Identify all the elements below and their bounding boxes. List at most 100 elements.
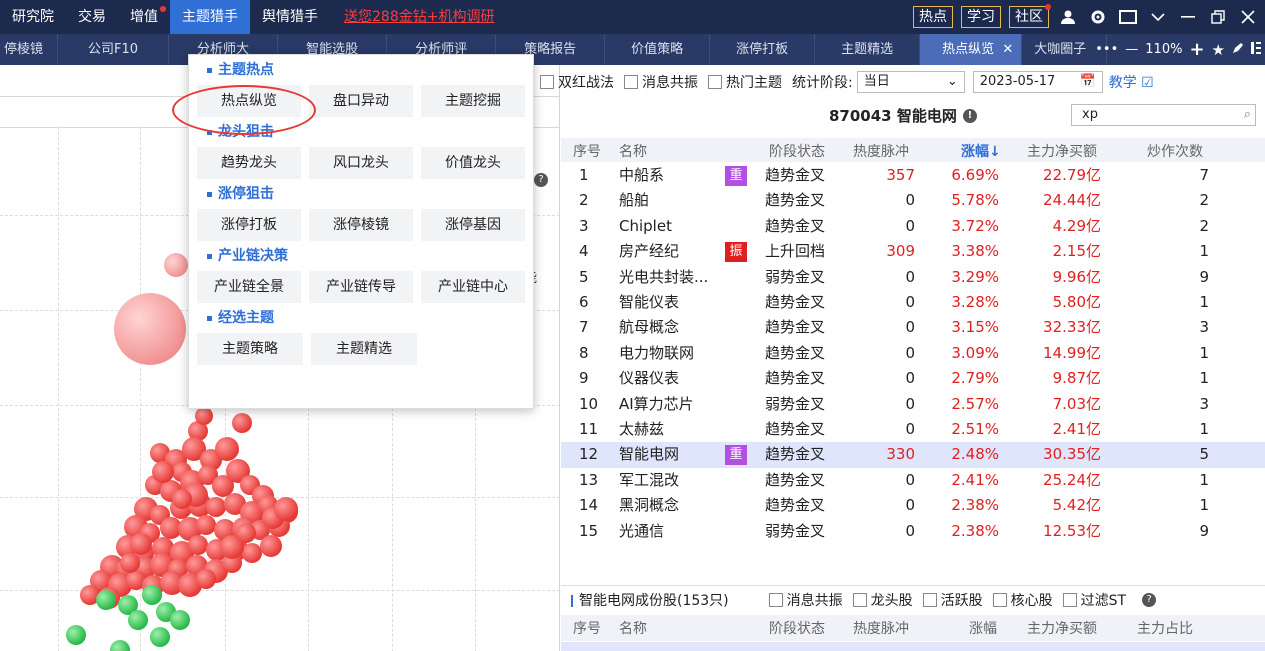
checkbox-hot-theme[interactable]: 热门主题 bbox=[708, 72, 782, 92]
bubble[interactable] bbox=[196, 569, 216, 589]
bubble[interactable] bbox=[130, 533, 152, 555]
bubble[interactable] bbox=[164, 253, 188, 277]
bubble[interactable] bbox=[110, 640, 130, 651]
tab-theme-select[interactable]: 主题精选 bbox=[815, 34, 921, 65]
bubble[interactable] bbox=[195, 407, 213, 425]
bubble[interactable] bbox=[242, 543, 262, 563]
bubble[interactable] bbox=[120, 553, 140, 573]
pen-icon[interactable] bbox=[1232, 42, 1244, 58]
menu-item-chain-overview[interactable]: 产业链全景 bbox=[197, 271, 301, 303]
menu-item-value-leader[interactable]: 价值龙头 bbox=[421, 147, 525, 179]
nav-item-value-added[interactable]: 增值 bbox=[118, 0, 170, 34]
checkbox-news-resonance-2[interactable]: 消息共振 bbox=[768, 590, 843, 610]
menu-item-trend-leader[interactable]: 趋势龙头 bbox=[197, 147, 301, 179]
menu-item-theme-strategy[interactable]: 主题策略 bbox=[197, 333, 303, 365]
checkbox-filter-st[interactable]: 过滤ST bbox=[1062, 590, 1126, 610]
table-row[interactable]: 5 光电共封装... 弱势金叉 0 3.29% 9.96亿 9 bbox=[561, 265, 1265, 290]
star-icon[interactable]: ★ bbox=[1212, 41, 1225, 59]
panel-icon[interactable] bbox=[1251, 41, 1261, 58]
bubble[interactable] bbox=[232, 413, 252, 433]
nav-item-opinion-hunter[interactable]: 舆情猎手 bbox=[250, 0, 330, 34]
teach-link[interactable]: 教学 ☑ bbox=[1109, 72, 1154, 92]
bubble[interactable] bbox=[188, 535, 208, 555]
checkbox-news-resonance[interactable]: 消息共振 bbox=[624, 72, 698, 92]
menu-item-market-anomaly[interactable]: 盘口异动 bbox=[309, 85, 413, 117]
col-net-buy[interactable]: 主力净买额 bbox=[1027, 618, 1097, 638]
bubble[interactable] bbox=[274, 497, 298, 521]
chevron-down-icon[interactable] bbox=[1147, 6, 1169, 28]
tab-limit-up-board[interactable]: 涨停打板 bbox=[710, 34, 816, 65]
menu-item-chain-center[interactable]: 产业链中心 bbox=[421, 271, 525, 303]
menu-item-theme-select[interactable]: 主题精选 bbox=[311, 333, 417, 365]
search-input[interactable]: xp ⌕ bbox=[1071, 104, 1256, 126]
menu-item-theme-mining[interactable]: 主题挖掘 bbox=[421, 85, 525, 117]
col-change[interactable]: 涨幅 bbox=[969, 618, 997, 638]
window-icon[interactable] bbox=[1117, 6, 1139, 28]
zoom-out-icon[interactable]: — bbox=[1125, 42, 1138, 57]
col-no[interactable]: 序号 bbox=[573, 618, 601, 638]
bubble[interactable] bbox=[114, 293, 186, 365]
nav-item-research[interactable]: 研究院 bbox=[0, 0, 66, 34]
tab-value-strategy[interactable]: 价值策略 bbox=[605, 34, 711, 65]
table-row[interactable]: 11 太赫兹 趋势金叉 0 2.51% 2.41亿 1 bbox=[561, 417, 1265, 442]
checkbox-core[interactable]: 核心股 bbox=[992, 590, 1053, 610]
table-row[interactable]: 4 房产经纪 上升回档 309 3.38% 2.15亿 1 振 bbox=[561, 239, 1265, 264]
table-row[interactable]: 14 黑洞概念 趋势金叉 0 2.38% 5.42亿 1 bbox=[561, 493, 1265, 518]
bubble[interactable] bbox=[215, 437, 239, 461]
search-icon[interactable]: ⌕ bbox=[1244, 105, 1251, 125]
col-name[interactable]: 名称 bbox=[619, 618, 647, 638]
more-icon[interactable]: ••• bbox=[1095, 42, 1118, 57]
col-change[interactable]: 涨幅↓ bbox=[961, 141, 1001, 161]
table-row[interactable]: 1 中船系 趋势金叉 357 6.69% 22.79亿 7 重 bbox=[561, 163, 1265, 188]
zoom-in-icon[interactable]: + bbox=[1189, 39, 1204, 60]
bubble[interactable] bbox=[128, 610, 148, 630]
bubble[interactable] bbox=[96, 590, 116, 610]
bubble[interactable] bbox=[206, 497, 226, 517]
table-row[interactable]: 15 光通信 弱势金叉 0 2.38% 12.53亿 9 bbox=[561, 519, 1265, 544]
tab-close-icon[interactable]: ✕ bbox=[1002, 42, 1013, 57]
menu-item-limit-up-gene[interactable]: 涨停基因 bbox=[421, 209, 525, 241]
menu-item-chain-transmission[interactable]: 产业链传导 bbox=[309, 271, 413, 303]
minimize-icon[interactable] bbox=[1177, 6, 1199, 28]
table-row[interactable]: 12 智能电网 趋势金叉 330 2.48% 30.35亿 5 重 bbox=[561, 442, 1265, 468]
user-icon[interactable] bbox=[1057, 6, 1079, 28]
checkbox-active[interactable]: 活跃股 bbox=[922, 590, 983, 610]
period-select[interactable]: 当日 ⌄ bbox=[856, 71, 965, 93]
bubble[interactable] bbox=[142, 585, 162, 605]
bubble[interactable] bbox=[172, 489, 192, 509]
bubble[interactable] bbox=[170, 610, 190, 630]
tab-company-f10[interactable]: 公司F10 bbox=[58, 34, 170, 65]
bubble[interactable] bbox=[236, 523, 256, 543]
table-row[interactable]: 6 智能仪表 趋势金叉 0 3.28% 5.80亿 1 bbox=[561, 290, 1265, 315]
bubble[interactable] bbox=[66, 625, 86, 645]
table-row[interactable]: 8 电力物联网 趋势金叉 0 3.09% 14.99亿 1 bbox=[561, 341, 1265, 366]
col-ratio[interactable]: 主力占比 bbox=[1137, 618, 1193, 638]
checkbox-double-red[interactable]: 双红战法 bbox=[540, 72, 614, 92]
table-row[interactable]: 10 AI算力芯片 弱势金叉 0 2.57% 7.03亿 3 bbox=[561, 392, 1265, 417]
menu-item-wind-leader[interactable]: 风口龙头 bbox=[309, 147, 413, 179]
col-heat[interactable]: 热度脉冲 bbox=[853, 618, 909, 638]
nav-item-theme-hunter[interactable]: 主题猎手 bbox=[170, 0, 250, 34]
bubble[interactable] bbox=[150, 627, 170, 647]
close-icon[interactable] bbox=[1237, 6, 1259, 28]
gear-icon[interactable] bbox=[1087, 6, 1109, 28]
hot-button[interactable]: 热点 bbox=[913, 6, 953, 28]
tab-hot-overview[interactable]: 热点纵览 ✕ bbox=[920, 34, 1023, 65]
restore-icon[interactable] bbox=[1207, 6, 1229, 28]
nav-item-trade[interactable]: 交易 bbox=[66, 0, 118, 34]
date-picker[interactable]: 2023-05-17 📅 bbox=[972, 71, 1103, 93]
col-status[interactable]: 阶段状态 bbox=[769, 141, 825, 161]
checkbox-leader[interactable]: 龙头股 bbox=[852, 590, 913, 610]
tab-limit-prism[interactable]: 停棱镜 bbox=[0, 34, 59, 65]
col-no[interactable]: 序号 bbox=[573, 141, 601, 161]
community-button[interactable]: 社区 bbox=[1009, 4, 1051, 28]
table-row[interactable]: 2 船舶 趋势金叉 0 5.78% 24.44亿 2 bbox=[561, 188, 1265, 213]
menu-item-limit-up-prism[interactable]: 涨停棱镜 bbox=[309, 209, 413, 241]
col-net-buy[interactable]: 主力净买额 bbox=[1027, 141, 1097, 161]
table-row-partial[interactable] bbox=[561, 642, 1265, 651]
info-icon[interactable]: ! bbox=[962, 108, 977, 123]
menu-item-limit-up-board[interactable]: 涨停打板 bbox=[197, 209, 301, 241]
promo-link[interactable]: 送您288金钻+机构调研 bbox=[330, 0, 508, 34]
help-icon[interactable]: ? bbox=[1142, 592, 1157, 607]
col-name[interactable]: 名称 bbox=[619, 141, 647, 161]
